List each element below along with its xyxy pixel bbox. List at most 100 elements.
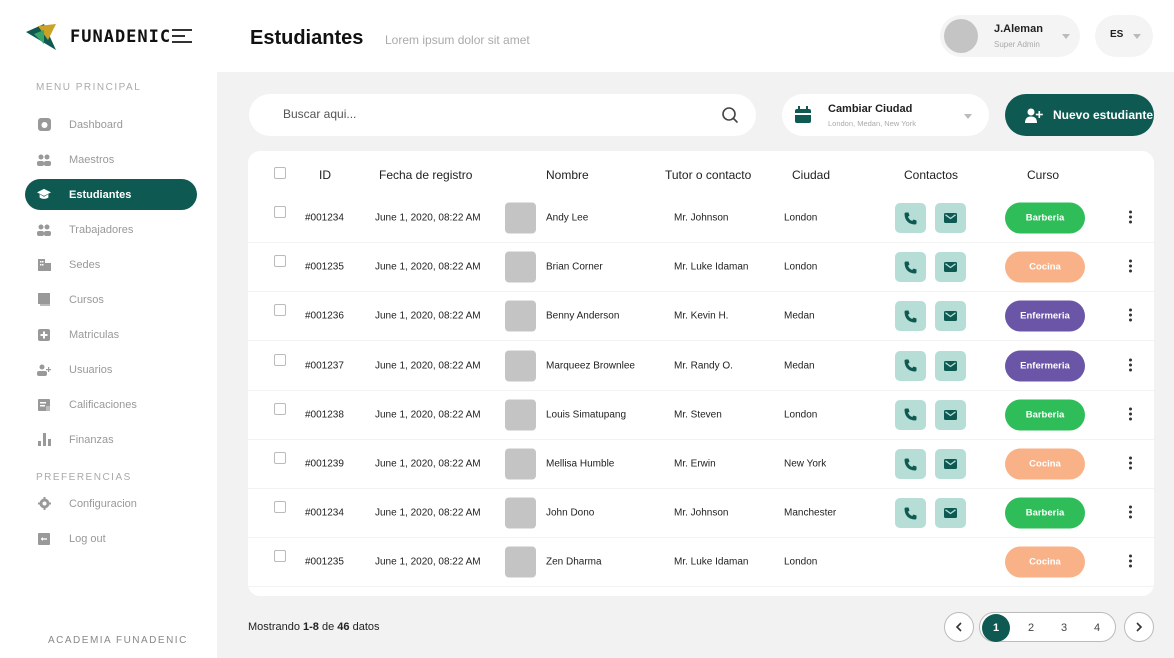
user-menu[interactable]: J.Aleman Super Admin xyxy=(940,15,1080,57)
sidebar-item-finanzas[interactable]: Finanzas xyxy=(25,424,197,455)
email-button[interactable] xyxy=(935,301,966,332)
row-checkbox[interactable] xyxy=(274,501,286,514)
cell-city: Medan xyxy=(784,310,815,322)
email-button[interactable] xyxy=(935,449,966,479)
cell-id: #001238 xyxy=(305,409,344,421)
call-button[interactable] xyxy=(895,399,926,430)
call-button[interactable] xyxy=(895,203,926,233)
sidebar-item-sedes[interactable]: Sedes xyxy=(25,249,197,280)
column-header-city: Ciudad xyxy=(792,168,831,182)
top-bar: FUNADENIC Estudiantes Lorem ipsum dolor … xyxy=(0,0,1174,72)
mail-icon xyxy=(944,262,957,273)
row-checkbox[interactable] xyxy=(274,255,286,268)
row-checkbox[interactable] xyxy=(274,304,286,317)
sidebar-item-matriculas[interactable]: Matriculas xyxy=(25,319,197,350)
preferences-section-label: PREFERENCIAS xyxy=(36,472,132,483)
table-row[interactable]: #001235 June 1, 2020, 08:22 AM Zen Dharma M… xyxy=(248,538,1154,588)
select-all-checkbox[interactable] xyxy=(274,167,286,179)
email-button[interactable] xyxy=(935,350,966,381)
row-checkbox[interactable] xyxy=(274,402,286,415)
cell-name[interactable]: Zen Dharma xyxy=(546,557,602,568)
row-checkbox[interactable] xyxy=(274,452,286,464)
more-options-icon[interactable] xyxy=(1129,358,1133,373)
course-badge[interactable]: Barberia xyxy=(1005,202,1085,234)
course-badge[interactable]: Cocina xyxy=(1005,448,1085,480)
sidebar-item-cursos[interactable]: Cursos xyxy=(25,284,197,315)
email-button[interactable] xyxy=(935,498,966,529)
column-header-contacts: Contactos xyxy=(904,168,959,182)
email-button[interactable] xyxy=(935,252,966,283)
call-button[interactable] xyxy=(895,301,926,332)
cell-name[interactable]: Andy Lee xyxy=(546,213,588,224)
page-button-2[interactable]: 2 xyxy=(1016,613,1046,643)
more-options-icon[interactable] xyxy=(1129,554,1133,570)
language-selector[interactable]: ES xyxy=(1095,15,1153,57)
search-input[interactable] xyxy=(283,107,683,121)
sidebar-item-maestros[interactable]: Maestros xyxy=(25,144,197,175)
cell-name[interactable]: Marqueez Brownlee xyxy=(546,360,635,371)
book-icon xyxy=(37,293,51,307)
page-button-4[interactable]: 4 xyxy=(1082,613,1112,643)
pagination-pages: 1 2 3 4 xyxy=(979,612,1116,642)
search-icon[interactable] xyxy=(721,106,739,124)
sidebar-item-configuracion[interactable]: Configuracion xyxy=(25,488,197,519)
sidebar-item-calificaciones[interactable]: Calificaciones xyxy=(25,389,197,420)
more-options-icon[interactable] xyxy=(1129,505,1133,521)
sidebar-item-trabajadores[interactable]: Trabajadores xyxy=(25,214,197,245)
row-checkbox[interactable] xyxy=(274,206,286,218)
brand-logo[interactable]: FUNADENIC xyxy=(24,20,171,54)
more-options-icon[interactable] xyxy=(1129,259,1133,275)
mail-icon xyxy=(944,409,957,420)
course-badge[interactable]: Barberia xyxy=(1005,497,1085,529)
course-badge[interactable]: Enfermeria xyxy=(1005,350,1085,382)
table-row[interactable]: #001235 June 1, 2020, 08:22 AM Brian Corne… xyxy=(248,243,1154,293)
new-student-button[interactable]: Nuevo estudiante xyxy=(1005,94,1154,136)
sidebar-item-usuarios[interactable]: Usuarios xyxy=(25,354,197,385)
call-button[interactable] xyxy=(895,350,926,381)
cell-date: June 1, 2020, 08:22 AM xyxy=(375,360,481,372)
sidebar-item-label: Usuarios xyxy=(69,363,113,376)
call-button[interactable] xyxy=(895,449,926,479)
table-row[interactable]: #001234 June 1, 2020, 08:22 AM John Dono Mr… xyxy=(248,489,1154,539)
table-row[interactable]: #001238 June 1, 2020, 08:22 AM Louis Simat… xyxy=(248,391,1154,440)
sidebar-item-dashboard[interactable]: Dashboard xyxy=(25,109,197,140)
call-button[interactable] xyxy=(895,498,926,529)
more-options-icon[interactable] xyxy=(1129,456,1133,472)
user-name: J.Aleman xyxy=(994,23,1043,35)
menu-toggle-icon[interactable] xyxy=(172,29,192,43)
sidebar-item-logout[interactable]: Log out xyxy=(25,523,197,554)
table-row[interactable]: #001237 June 1, 2020, 08:22 AM Marqueez Br… xyxy=(248,342,1154,391)
pagination-prev-button[interactable] xyxy=(944,612,974,642)
avatar xyxy=(505,448,536,480)
cell-name[interactable]: Brian Corner xyxy=(546,262,603,273)
email-button[interactable] xyxy=(935,399,966,430)
page-button-1[interactable]: 1 xyxy=(982,614,1010,642)
table-row[interactable]: #001234 June 1, 2020, 08:22 AM Andy Lee Mr.… xyxy=(248,194,1154,243)
course-badge[interactable]: Cocina xyxy=(1005,546,1085,578)
more-options-icon[interactable] xyxy=(1129,407,1133,422)
course-badge[interactable]: Enfermeria xyxy=(1005,300,1085,332)
sidebar-item-estudiantes[interactable]: Estudiantes xyxy=(25,179,197,210)
table-row[interactable]: #001239 June 1, 2020, 08:22 AM Mellisa Hum… xyxy=(248,440,1154,489)
phone-icon xyxy=(904,212,917,224)
pagination-next-button[interactable] xyxy=(1124,612,1154,642)
city-filter-dropdown[interactable]: Cambiar Ciudad London, Medan, New York xyxy=(782,94,989,136)
sidebar-item-label: Estudiantes xyxy=(69,188,132,201)
sidebar-item-label: Sedes xyxy=(69,258,101,271)
call-button[interactable] xyxy=(895,252,926,283)
email-button[interactable] xyxy=(935,203,966,233)
row-checkbox[interactable] xyxy=(274,550,286,563)
course-badge[interactable]: Barberia xyxy=(1005,399,1085,431)
row-checkbox[interactable] xyxy=(274,353,286,366)
cell-name[interactable]: Benny Anderson xyxy=(546,311,619,322)
more-options-icon[interactable] xyxy=(1129,210,1133,226)
cell-name[interactable]: Mellisa Humble xyxy=(546,459,614,470)
more-options-icon[interactable] xyxy=(1129,308,1133,324)
sidebar-item-label: Matriculas xyxy=(69,328,120,341)
table-row[interactable]: #001236 June 1, 2020, 08:22 AM Benny Ander… xyxy=(248,292,1154,342)
cell-tutor: Mr. Luke Idaman xyxy=(674,261,749,273)
cell-name[interactable]: John Dono xyxy=(546,508,594,519)
page-button-3[interactable]: 3 xyxy=(1049,613,1079,643)
course-badge[interactable]: Cocina xyxy=(1005,251,1085,283)
cell-name[interactable]: Louis Simatupang xyxy=(546,409,626,420)
